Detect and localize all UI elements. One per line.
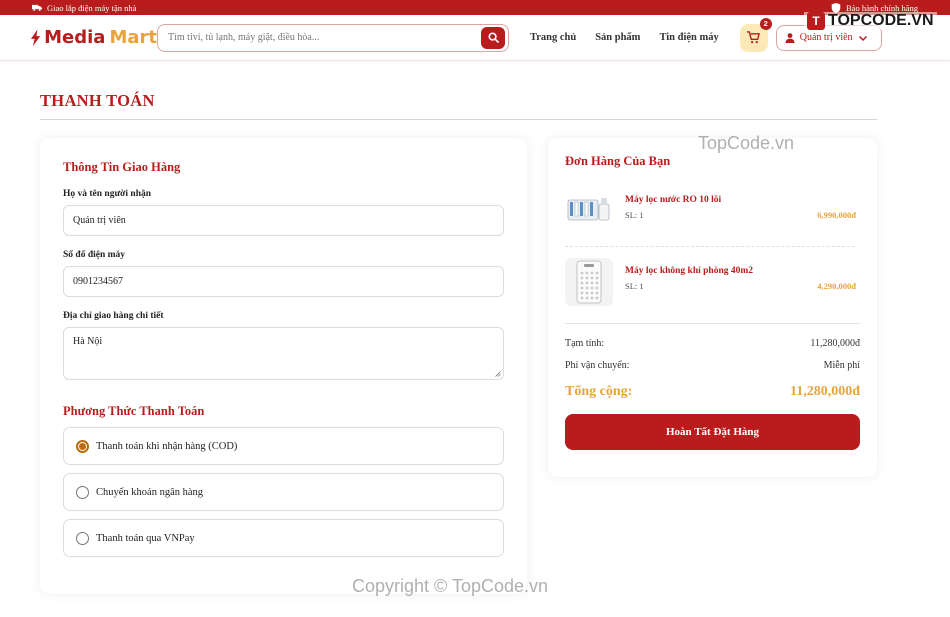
radio-vnpay[interactable] [76, 531, 89, 545]
order-item-info: Máy lọc không khí phòng 40m2 SL: 1 4,290… [625, 258, 856, 291]
water-purifier-icon [565, 187, 613, 235]
cart-button[interactable]: 2 [739, 17, 772, 52]
payment-option-label: Chuyển khoản ngân hàng [96, 486, 204, 498]
main-nav: Trang chủ Sản phẩm Tin điện máy [530, 32, 719, 43]
radio-cod[interactable] [76, 439, 89, 453]
order-section-title: Đơn Hàng Của Bạn [565, 154, 671, 168]
delivery-notice-text: Giao lắp điện máy tận nhà [47, 2, 137, 13]
search-bar [157, 23, 509, 52]
resize-grip-icon[interactable] [495, 371, 501, 377]
payment-option-label: Thanh toán qua VNPay [96, 532, 195, 544]
address-textarea[interactable]: Hà Nội [63, 327, 504, 380]
grand-total-label: Tổng cộng: [565, 384, 633, 399]
payment-option-bank-transfer[interactable]: Chuyển khoản ngân hàng [63, 473, 504, 511]
search-icon [487, 32, 499, 43]
payment-section-title: Phương Thức Thanh Toán [63, 404, 205, 418]
item-divider [565, 246, 855, 247]
subtotal-value: 11,280,000đ [810, 338, 860, 349]
nav-link-products[interactable]: Sản phẩm [595, 32, 640, 43]
site-logo[interactable]: Media Mart [30, 27, 157, 48]
watermark-text-bottom: Copyright © TopCode.vn [352, 576, 549, 596]
watermark-text-top: TopCode.vn [698, 133, 795, 153]
grand-total-row: Tổng cộng: 11,280,000đ [565, 384, 860, 400]
totals-divider [565, 323, 860, 324]
logo-text-media: Media [44, 27, 106, 48]
address-value: Hà Nội [73, 336, 103, 347]
order-item-name[interactable]: Máy lọc nước RO 10 lõi [625, 195, 856, 205]
user-icon [785, 32, 795, 43]
phone-field[interactable]: 0901234567 [63, 266, 504, 297]
search-input[interactable] [168, 32, 481, 43]
order-item-qty: SL: 1 [625, 281, 644, 291]
shipping-fee-value: Miễn phí [823, 360, 860, 371]
shipping-section-title: Thông Tin Giao Hàng [63, 160, 181, 174]
phone-label: Số đổ điện máy [63, 250, 126, 260]
truck-icon [32, 4, 42, 11]
watermark-logo-mark: T [807, 12, 825, 30]
watermark-logo: T TOPCODE.VN [804, 12, 937, 30]
subtotal-label: Tạm tính: [565, 338, 605, 349]
recipient-name-field[interactable]: Quản trị viên [63, 205, 504, 236]
chevron-down-icon [858, 35, 867, 41]
order-item-info: Máy lọc nước RO 10 lõi SL: 1 6,990,000đ [625, 187, 856, 220]
nav-link-news[interactable]: Tin điện máy [659, 32, 718, 43]
subtotal-row: Tạm tính: 11,280,000đ [565, 338, 860, 349]
order-item: Máy lọc không khí phòng 40m2 SL: 1 4,290… [565, 258, 860, 306]
grand-total-value: 11,280,000đ [789, 384, 860, 399]
order-item: Máy lọc nước RO 10 lõi SL: 1 6,990,000đ [565, 187, 860, 235]
order-item-qty: SL: 1 [625, 210, 644, 220]
warranty-notice: Bảo hành chính hãng [831, 2, 918, 13]
checkout-form-card: Thông Tin Giao Hàng Họ và tên người nhận… [40, 138, 527, 594]
order-summary-card: Đơn Hàng Của Bạn Máy lọc nước RO 10 lõi … [548, 138, 877, 477]
place-order-button[interactable]: Hoàn Tất Đặt Hàng [565, 414, 860, 450]
delivery-notice: Giao lắp điện máy tận nhà [32, 3, 136, 13]
logo-text-mart: Mart [109, 27, 157, 48]
nav-link-home[interactable]: Trang chủ [530, 32, 576, 43]
shield-icon [831, 2, 841, 13]
order-item-price: 6,990,000đ [817, 210, 856, 220]
order-item-price: 4,290,000đ [817, 281, 856, 291]
shipping-fee-row: Phí vận chuyển: Miễn phí [565, 360, 860, 371]
payment-option-cod[interactable]: Thanh toán khi nhận hàng (COD) [63, 427, 504, 465]
order-item-name[interactable]: Máy lọc không khí phòng 40m2 [625, 266, 856, 276]
address-label: Địa chỉ giao hàng chi tiết [63, 311, 164, 321]
payment-option-label: Thanh toán khi nhận hàng (COD) [96, 440, 238, 452]
cart-count-badge: 2 [759, 17, 772, 30]
shipping-fee-label: Phí vận chuyển: [565, 360, 630, 371]
user-menu-label: Quản trị viên [799, 32, 853, 43]
recipient-name-label: Họ và tên người nhận [63, 189, 152, 199]
cart-icon [747, 31, 761, 44]
bolt-icon [30, 29, 41, 46]
search-button[interactable] [481, 26, 505, 49]
title-divider [40, 119, 877, 120]
payment-option-vnpay[interactable]: Thanh toán qua VNPay [63, 519, 504, 557]
radio-bank-transfer[interactable] [76, 485, 89, 499]
air-purifier-icon [565, 258, 613, 306]
warranty-notice-text: Bảo hành chính hãng [846, 2, 918, 13]
page-title: THANH TOÁN [40, 91, 155, 110]
watermark-logo-text: TOPCODE.VN [828, 12, 934, 29]
